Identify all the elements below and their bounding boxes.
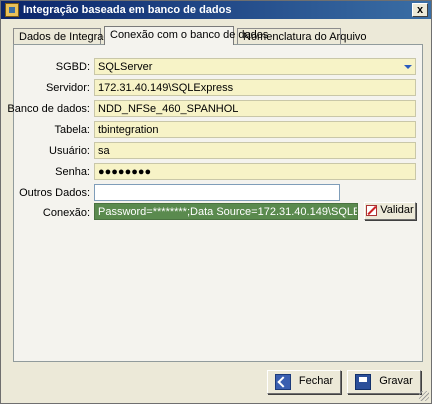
app-icon [5, 3, 19, 17]
gravar-label: Gravar [379, 375, 413, 387]
close-door-icon [274, 373, 291, 390]
senha-label: Senha: [55, 166, 90, 178]
senha-field[interactable]: ●●●●●●●● [94, 163, 416, 180]
tabela-field[interactable]: tbintegration [94, 121, 416, 138]
servidor-field[interactable]: 172.31.40.149\SQLExpress [94, 79, 416, 96]
fechar-label: Fechar [298, 375, 334, 387]
gravar-button[interactable]: Gravar [347, 370, 421, 394]
validar-button[interactable]: Validar [364, 202, 416, 220]
outros-dados-label: Outros Dados: [19, 187, 90, 199]
dialog-window: Integração baseada em banco de dados x D… [0, 0, 432, 404]
connection-string-field[interactable]: Password=********;Data Source=172.31.40.… [94, 203, 358, 220]
tab-conexao-banco[interactable]: Conexão com o banco de dados [104, 26, 268, 45]
resize-grip-icon[interactable] [419, 391, 429, 401]
close-button[interactable]: x [412, 3, 428, 17]
tabela-label: Tabela: [54, 124, 90, 136]
validate-icon [366, 205, 378, 216]
sgbd-label: SGBD: [55, 61, 90, 73]
outros-dados-field[interactable] [94, 184, 340, 201]
validar-label: Validar [380, 204, 414, 216]
fechar-button[interactable]: Fechar [267, 370, 341, 394]
save-icon [355, 373, 372, 390]
conexao-label: Conexão: [42, 207, 90, 219]
servidor-label: Servidor: [45, 82, 90, 94]
banco-field[interactable]: NDD_NFSe_460_SPANHOL [94, 100, 416, 117]
sgbd-select[interactable]: SQLServer [94, 58, 416, 75]
usuario-field[interactable]: sa [94, 142, 416, 159]
tab-dados-integracao[interactable]: Dados de Integração [13, 28, 121, 44]
usuario-label: Usuário: [49, 145, 90, 157]
title-bar[interactable]: Integração baseada em banco de dados x [1, 1, 431, 19]
tab-strip: Dados de Integração Conexão com o banco … [13, 26, 423, 45]
sgbd-value: SQLServer [98, 61, 153, 73]
banco-label: Banco de dados: [7, 103, 90, 115]
chevron-down-icon[interactable] [401, 59, 415, 74]
connection-panel: SGBD: SQLServer Servidor: 172.31.40.149\… [7, 44, 423, 362]
window-title: Integração baseada em banco de dados [23, 4, 232, 16]
